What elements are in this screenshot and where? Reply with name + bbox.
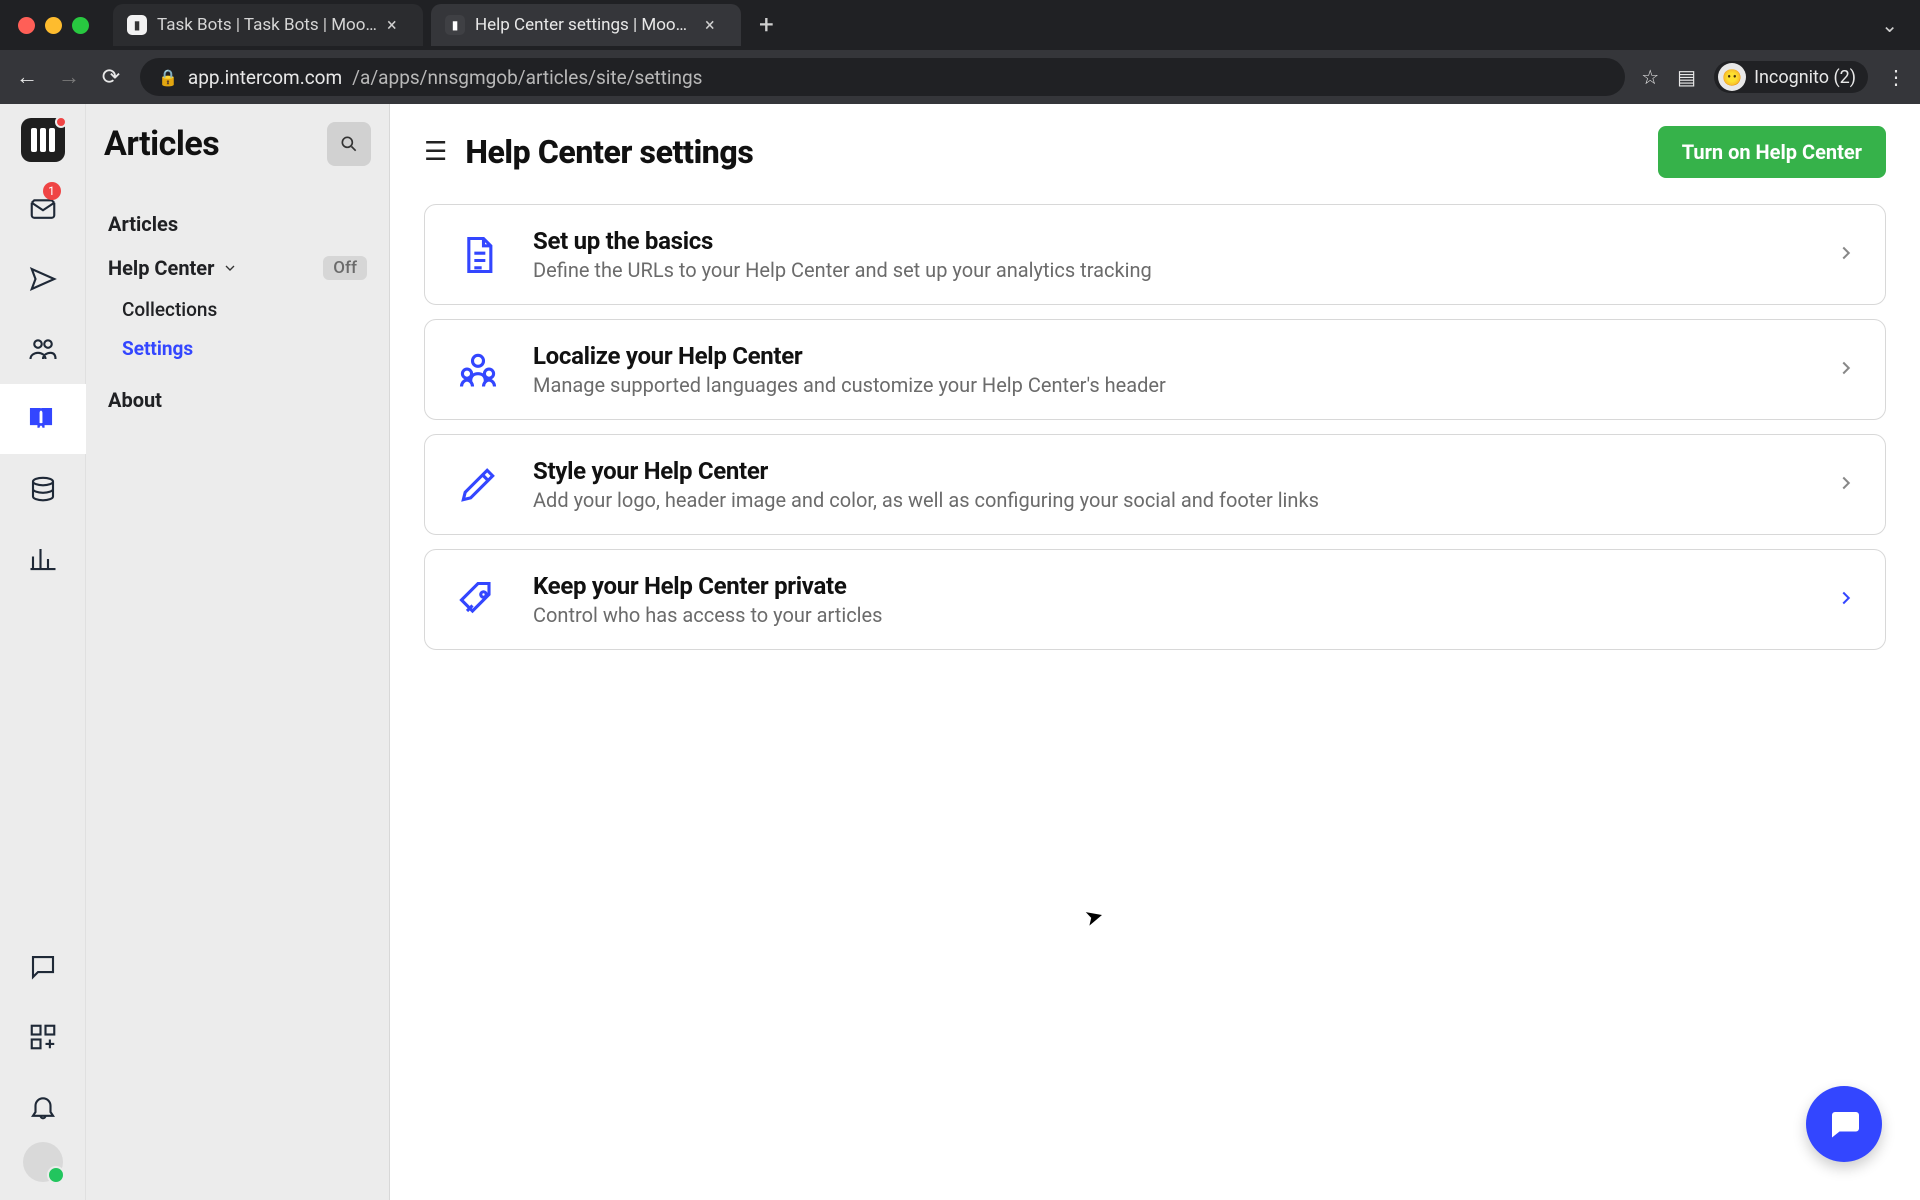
nav-data[interactable] — [13, 454, 73, 524]
bell-icon — [28, 1092, 58, 1122]
tabs-dropdown-icon[interactable]: ⌄ — [1881, 13, 1908, 37]
notification-dot-icon — [55, 116, 67, 128]
nav-notifications[interactable] — [13, 1072, 73, 1142]
card-title: Set up the basics — [533, 227, 1152, 255]
settings-cards: Set up the basics Define the URLs to you… — [424, 204, 1886, 650]
chevron-right-icon — [1835, 242, 1857, 268]
nav-contacts[interactable] — [13, 314, 73, 384]
page-header: ☰ Help Center settings Turn on Help Cent… — [424, 126, 1886, 178]
people-icon — [28, 334, 58, 364]
chart-icon — [28, 544, 58, 574]
tab-title: Help Center settings | Moodjo — [475, 15, 695, 35]
bookmark-icon[interactable]: ☆ — [1641, 65, 1659, 89]
url-input[interactable]: 🔒 app.intercom.com/a/apps/nnsgmgob/artic… — [140, 58, 1625, 96]
sidebar-item-articles[interactable]: Articles — [104, 202, 371, 246]
tab-favicon-icon: ▮ — [127, 15, 147, 35]
sidebar-item-about[interactable]: About — [104, 378, 371, 422]
new-tab-button[interactable]: + — [749, 10, 784, 40]
database-icon — [28, 474, 58, 504]
card-setup-basics[interactable]: Set up the basics Define the URLs to you… — [424, 204, 1886, 305]
status-badge: Off — [323, 256, 367, 280]
incognito-label: Incognito (2) — [1754, 67, 1856, 88]
grid-plus-icon — [28, 1022, 58, 1052]
lock-icon: 🔒 — [158, 68, 178, 87]
sidebar-title: Articles — [104, 124, 219, 164]
incognito-icon: 😶 — [1718, 63, 1746, 91]
chevron-right-icon — [1835, 357, 1857, 383]
url-host: app.intercom.com — [188, 66, 342, 89]
sidebar-item-label: Help Center — [108, 256, 214, 280]
page-title: Help Center settings — [465, 133, 753, 171]
chat-icon — [28, 952, 58, 982]
nav-reports[interactable] — [13, 524, 73, 594]
close-tab-icon[interactable]: × — [387, 15, 397, 36]
card-private[interactable]: Keep your Help Center private Control wh… — [424, 549, 1886, 650]
document-icon — [453, 230, 503, 280]
fullscreen-window-icon[interactable] — [72, 17, 89, 34]
reload-button[interactable]: ⟳ — [98, 65, 124, 90]
url-path: /a/apps/nnsgmgob/articles/site/settings — [352, 66, 702, 89]
tab-favicon-icon: ▮ — [445, 15, 465, 35]
send-icon — [28, 264, 58, 294]
nav-apps[interactable] — [13, 1002, 73, 1072]
card-localize[interactable]: Localize your Help Center Manage support… — [424, 319, 1886, 420]
sidebar-item-collections[interactable]: Collections — [104, 290, 371, 329]
globe-people-icon — [453, 345, 503, 395]
nav-articles[interactable] — [0, 384, 86, 454]
browser-tab-helpcenter[interactable]: ▮ Help Center settings | Moodjo × — [431, 4, 741, 46]
sidebar-item-label: Articles — [108, 212, 178, 236]
address-bar: ← → ⟳ 🔒 app.intercom.com/a/apps/nnsgmgob… — [0, 50, 1920, 104]
user-avatar[interactable] — [23, 1142, 63, 1182]
messenger-icon — [1826, 1106, 1862, 1142]
chevron-right-icon — [1835, 587, 1857, 613]
sidebar: Articles Articles Help Center Off Collec… — [86, 104, 390, 1200]
pencil-icon — [453, 460, 503, 510]
tab-bar: ▮ Task Bots | Task Bots | Moodjo × ▮ Hel… — [0, 0, 1920, 50]
nav-outbound[interactable] — [13, 244, 73, 314]
card-desc: Manage supported languages and customize… — [533, 373, 1166, 397]
tab-title: Task Bots | Task Bots | Moodjo — [157, 15, 377, 35]
nav-rail: 1 — [0, 104, 86, 1200]
close-window-icon[interactable] — [18, 17, 35, 34]
card-desc: Add your logo, header image and color, a… — [533, 488, 1319, 512]
nav-inbox[interactable]: 1 — [13, 174, 73, 244]
search-icon — [339, 134, 359, 154]
card-desc: Define the URLs to your Help Center and … — [533, 258, 1152, 282]
card-title: Keep your Help Center private — [533, 572, 882, 600]
chevron-right-icon — [1835, 472, 1857, 498]
card-title: Style your Help Center — [533, 457, 1319, 485]
close-tab-icon[interactable]: × — [705, 15, 715, 36]
panel-icon[interactable]: ▤ — [1677, 65, 1696, 89]
tag-key-icon — [453, 575, 503, 625]
nav-messenger[interactable] — [13, 932, 73, 1002]
macos-window-controls[interactable] — [18, 17, 89, 34]
sidebar-item-help-center[interactable]: Help Center Off — [104, 246, 371, 290]
card-desc: Control who has access to your articles — [533, 603, 882, 627]
browser-menu-icon[interactable]: ⋮ — [1886, 65, 1906, 89]
intercom-messenger-button[interactable] — [1806, 1086, 1882, 1162]
app-shell: 1 Articles — [0, 104, 1920, 1200]
incognito-indicator[interactable]: 😶 Incognito (2) — [1714, 61, 1868, 93]
browser-chrome: ▮ Task Bots | Task Bots | Moodjo × ▮ Hel… — [0, 0, 1920, 104]
inbox-badge: 1 — [43, 182, 61, 200]
main-content: ☰ Help Center settings Turn on Help Cent… — [390, 104, 1920, 1200]
back-button[interactable]: ← — [14, 64, 40, 90]
sidebar-item-label: About — [108, 388, 162, 412]
browser-tab-taskbots[interactable]: ▮ Task Bots | Task Bots | Moodjo × — [113, 4, 423, 46]
card-title: Localize your Help Center — [533, 342, 1166, 370]
chevron-down-icon — [222, 260, 238, 276]
sidebar-item-settings[interactable]: Settings — [104, 329, 371, 368]
card-style[interactable]: Style your Help Center Add your logo, he… — [424, 434, 1886, 535]
minimize-window-icon[interactable] — [45, 17, 62, 34]
turn-on-help-center-button[interactable]: Turn on Help Center — [1658, 126, 1886, 178]
book-icon — [26, 404, 56, 434]
forward-button: → — [56, 64, 82, 90]
search-button[interactable] — [327, 122, 371, 166]
hamburger-icon[interactable]: ☰ — [424, 137, 447, 167]
